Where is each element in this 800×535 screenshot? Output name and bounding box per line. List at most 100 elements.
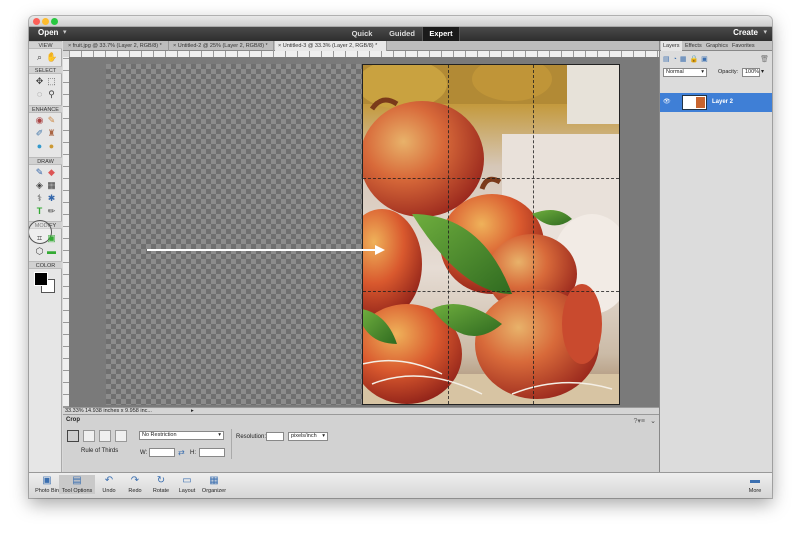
crop-box[interactable] (362, 64, 620, 405)
move-tool-icon[interactable]: ✥ (34, 76, 45, 87)
status-bar: 33.33% 14.938 inches x 9.958 inc... ▸ (63, 407, 659, 414)
tools-panel: VIEW ⌕ ✋ SELECT ✥ ⬚ ◌ ⚲ ENHANCE ◉ ✎ ✐ ♜ … (29, 41, 62, 472)
tab-document-label: Untitled-2 @ 25% (Layer 2, RGB/8) * (177, 43, 268, 49)
healing-brush-tool-icon[interactable]: ✎ (46, 115, 57, 126)
layer-tools-icons[interactable]: ▤◔▦🔒▣ (663, 55, 711, 63)
chevron-down-icon[interactable]: ▾ (63, 28, 67, 36)
crop-preset-select[interactable]: No Restriction ▾ (139, 431, 224, 440)
redo-icon: ↷ (130, 475, 140, 486)
section-label-select: SELECT (29, 66, 62, 74)
eyedropper-tool-icon[interactable]: ⚕ (34, 193, 45, 204)
chevron-down-icon: ▾ (322, 433, 325, 439)
hand-tool-icon[interactable]: ✋ (46, 52, 57, 63)
visibility-eye-icon[interactable]: 👁 (663, 98, 671, 105)
layer-row[interactable]: 👁 Layer 2 (660, 93, 772, 112)
smart-brush-tool-icon[interactable]: ✐ (34, 128, 45, 139)
chevron-down-icon[interactable]: ▾ (761, 68, 764, 75)
create-button[interactable]: Create (733, 28, 758, 37)
tab-favorites[interactable]: Favorites (730, 41, 757, 51)
layer-name: Layer 2 (712, 99, 734, 105)
red-eye-tool-icon[interactable]: ◉ (34, 115, 45, 126)
sponge-tool-icon[interactable]: ● (46, 141, 57, 152)
foreground-color-swatch-top[interactable] (34, 272, 48, 286)
tab-layers[interactable]: Layers (661, 41, 682, 51)
trash-icon[interactable]: 🗑 (760, 55, 769, 63)
redo-label: Redo (128, 488, 142, 494)
pencil-tool-icon[interactable]: ✏ (46, 206, 57, 217)
crop-grid-line (363, 177, 619, 179)
tab-document-label: Untitled-3 @ 33.3% (Layer 2, RGB/8) * (282, 43, 378, 49)
opacity-field[interactable]: 100% (742, 68, 760, 77)
tab-graphics[interactable]: Graphics (704, 41, 730, 51)
blend-mode-select[interactable]: Normal ▾ (663, 68, 707, 77)
undo-icon: ↶ (104, 475, 114, 486)
grid-none-button[interactable] (99, 430, 111, 442)
mode-quick-tab[interactable]: Quick (344, 27, 380, 41)
grid-rule-of-thirds-button[interactable] (67, 430, 79, 442)
layout-label: Layout (178, 488, 196, 494)
tab-document-2[interactable]: × Untitled-2 @ 25% (Layer 2, RGB/8) * (170, 41, 274, 51)
mode-bar: Open ▾ Quick Guided Expert Create ▾ (29, 27, 772, 41)
blend-mode-value: Normal (666, 69, 684, 75)
tool-options-icon: ▤ (72, 475, 82, 486)
custom-shape-tool-icon[interactable]: ✱ (46, 193, 57, 204)
crop-suggestion-button[interactable] (115, 430, 127, 442)
blur-tool-icon[interactable]: ● (34, 141, 45, 152)
close-icon[interactable]: × (173, 43, 176, 49)
bottom-bar: ▣ Photo Bin ▤ Tool Options ↶ Undo ↷ Redo… (29, 472, 772, 498)
section-label-draw: DRAW (29, 157, 62, 165)
grid-overlay-button[interactable] (83, 430, 95, 442)
close-window-button[interactable] (33, 18, 40, 25)
zoom-tool-icon[interactable]: ⌕ (34, 52, 45, 63)
clone-stamp-tool-icon[interactable]: ♜ (46, 128, 57, 139)
canvas-area[interactable] (69, 57, 659, 407)
height-field[interactable] (199, 448, 225, 457)
crop-grid-line (533, 65, 535, 404)
magic-wand-tool-icon[interactable]: ⚲ (46, 89, 57, 100)
tool-options-title: Crop (66, 417, 80, 423)
tab-document-3[interactable]: × Untitled-3 @ 33.3% (Layer 2, RGB/8) * (275, 41, 387, 51)
marquee-tool-icon[interactable]: ⬚ (46, 76, 57, 87)
straighten-tool-icon[interactable]: ▬ (46, 246, 57, 257)
tool-options-label: Tool Options (61, 488, 93, 494)
more-label: More (748, 488, 762, 494)
more-icon: ▬ (750, 475, 760, 486)
open-button[interactable]: Open (38, 28, 58, 37)
tab-effects[interactable]: Effects (683, 41, 704, 51)
swap-icon[interactable]: ⇄ (178, 448, 185, 457)
crop-tool-icon[interactable]: ⌗ (34, 233, 45, 244)
gradient-tool-icon[interactable]: ▦ (46, 180, 57, 191)
brush-tool-icon[interactable]: ✎ (34, 167, 45, 178)
paint-bucket-tool-icon[interactable]: ◈ (34, 180, 45, 191)
chevron-down-icon[interactable]: ⌄ (650, 417, 656, 425)
tab-document-1[interactable]: × fruit.jpg @ 33.7% (Layer 2, RGB/8) * (65, 41, 169, 51)
undo-label: Undo (102, 488, 116, 494)
resolution-field[interactable] (266, 432, 284, 441)
photo-bin-label: Photo Bin (35, 488, 59, 494)
width-field[interactable] (149, 448, 175, 457)
chevron-down-icon[interactable]: ▾ (763, 28, 767, 36)
type-tool-icon[interactable]: T (34, 206, 45, 217)
mode-expert-tab[interactable]: Expert (422, 27, 460, 41)
section-label-view: VIEW (29, 41, 62, 49)
layer-thumbnail (682, 95, 707, 110)
close-icon[interactable]: × (278, 43, 281, 49)
width-label: W: (140, 450, 148, 456)
minimize-window-button[interactable] (42, 18, 49, 25)
rotate-label: Rotate (152, 488, 170, 494)
content-aware-move-tool-icon[interactable]: ⬡ (34, 246, 45, 257)
layers-panel: Layers Effects Graphics Favorites ▤◔▦🔒▣ … (659, 41, 772, 472)
tool-options-button[interactable]: ▤ Tool Options (59, 475, 95, 494)
lasso-tool-icon[interactable]: ◌ (34, 89, 45, 100)
resolution-unit-select[interactable]: pixels/inch ▾ (288, 432, 328, 441)
zoom-window-button[interactable] (51, 18, 58, 25)
organizer-button[interactable]: ▦ Organizer (197, 475, 231, 494)
eraser-tool-icon[interactable]: ◆ (46, 167, 57, 178)
mode-guided-tab[interactable]: Guided (383, 27, 421, 41)
tool-options-panel: Crop Rule of Thirds No Restriction ▾ W: … (63, 414, 659, 472)
help-icon[interactable]: ?▾≡ (634, 417, 646, 425)
recompose-tool-icon[interactable]: ▣ (46, 233, 57, 244)
more-button[interactable]: ▬ More (741, 475, 769, 494)
close-icon[interactable]: × (68, 43, 71, 49)
height-label: H: (190, 450, 196, 456)
